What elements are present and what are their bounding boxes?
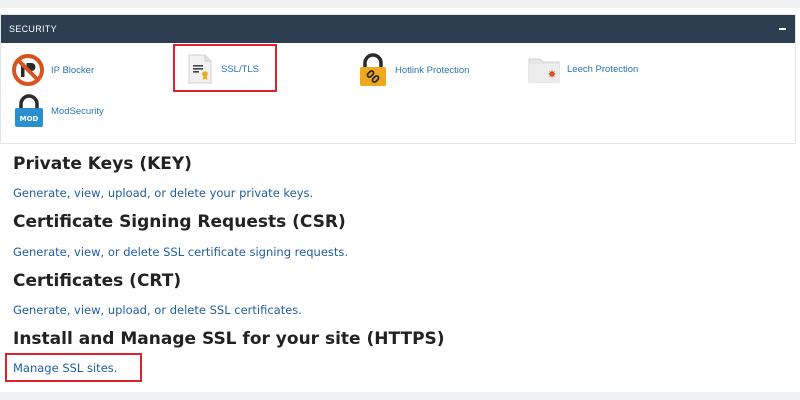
- leech-folder-icon: [527, 53, 561, 85]
- ip-blocker-label: IP Blocker: [51, 64, 95, 76]
- modsecurity-badge-text: MOD: [19, 115, 39, 123]
- section-heading-private-keys: Private Keys (KEY): [13, 154, 192, 174]
- section-heading-certificates: Certificates (CRT): [13, 271, 182, 291]
- bottom-background-strip: [0, 392, 800, 400]
- ip-blocker-icon: [11, 53, 45, 87]
- ssl-tls-label: SSL/TLS: [221, 63, 260, 75]
- ssl-sections: Private Keys (KEY) Generate, view, uploa…: [0, 146, 800, 392]
- hotlink-lock-icon: [357, 52, 389, 88]
- security-item-ssl-tls[interactable]: SSL/TLS: [185, 53, 259, 85]
- hotlink-protection-label: Hotlink Protection: [395, 64, 470, 76]
- security-item-leech-protection[interactable]: Leech Protection: [527, 53, 638, 85]
- section-link-csr[interactable]: Generate, view, or delete SSL certificat…: [13, 245, 348, 259]
- modsecurity-lock-icon: MOD: [13, 93, 45, 129]
- security-panel-title: SECURITY: [9, 24, 57, 34]
- section-link-certificates[interactable]: Generate, view, upload, or delete SSL ce…: [13, 303, 302, 317]
- security-panel-header[interactable]: SECURITY: [1, 15, 795, 43]
- modsecurity-label: ModSecurity: [51, 105, 104, 117]
- security-panel: SECURITY IP Blocker SSL/TLS Hotlink Prot…: [0, 14, 796, 144]
- security-item-modsecurity[interactable]: MOD ModSecurity: [13, 93, 104, 129]
- security-item-ip-blocker[interactable]: IP Blocker: [11, 53, 94, 87]
- leech-protection-label: Leech Protection: [567, 63, 639, 75]
- ssl-certificate-icon: [185, 53, 215, 85]
- top-background-strip: [0, 0, 800, 8]
- section-link-private-keys[interactable]: Generate, view, upload, or delete your p…: [13, 186, 313, 200]
- collapse-minus-icon[interactable]: [777, 24, 787, 34]
- security-item-hotlink-protection[interactable]: Hotlink Protection: [357, 52, 469, 88]
- section-link-manage-ssl-sites[interactable]: Manage SSL sites.: [13, 361, 117, 375]
- section-heading-install-manage-ssl: Install and Manage SSL for your site (HT…: [13, 329, 445, 349]
- section-heading-csr: Certificate Signing Requests (CSR): [13, 212, 346, 232]
